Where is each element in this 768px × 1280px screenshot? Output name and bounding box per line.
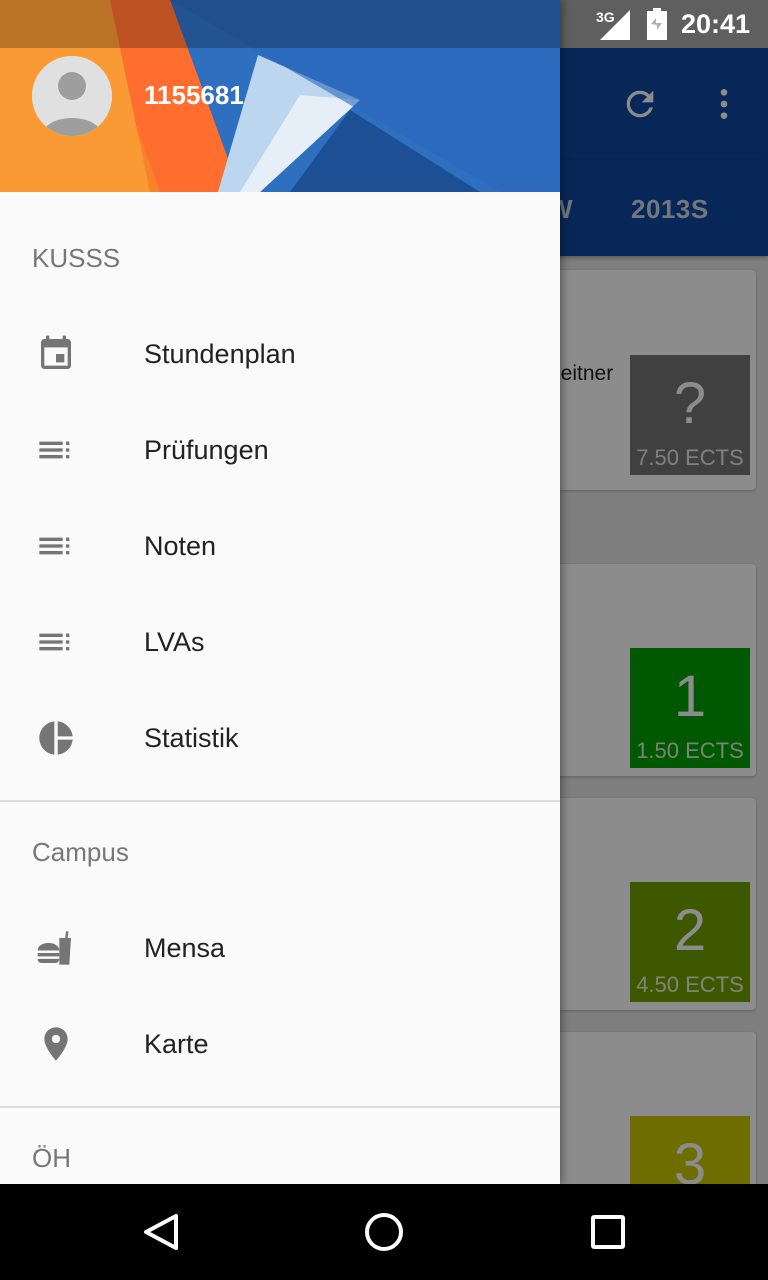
nav-item-label: Stundenplan [144,339,296,369]
back-icon[interactable] [112,1184,208,1280]
section-title-campus: Campus [32,837,129,867]
pie-chart-icon [39,721,73,755]
nav-item-label: Statistik [144,723,239,753]
map-pin-icon [44,1027,68,1061]
nav-item-label: Mensa [144,933,226,963]
nav-item-label: Prüfungen [144,435,269,465]
nav-item-lvas[interactable]: LVAs [0,594,560,690]
nav-item-noten[interactable]: Noten [0,498,560,594]
battery-icon [647,8,667,40]
nav-item-statistik[interactable]: Statistik [0,690,560,786]
divider [0,800,560,802]
avatar[interactable] [32,56,112,136]
account-icon [32,56,112,136]
home-icon[interactable] [336,1184,432,1280]
calendar-icon [41,335,71,369]
nav-item-label: Karte [144,1029,209,1059]
fastfood-icon [37,931,71,965]
nav-item-label: LVAs [144,627,205,657]
signal-icon [600,10,630,40]
nav-item-pruefungen[interactable]: Prüfungen [0,402,560,498]
section-title-oeh: ÖH [32,1143,71,1173]
username: 1155681 [144,80,244,110]
recents-icon[interactable] [560,1184,656,1280]
list-icon [39,633,70,651]
status-bar: 3G 20:41 [0,0,768,48]
section-title-kusss: KUSSS [32,243,121,273]
list-icon [39,441,70,459]
nav-item-karte[interactable]: Karte [0,996,560,1092]
nav-item-mensa[interactable]: Mensa [0,900,560,996]
navigation-drawer: 1155681 KUSSS Stundenplan Prüfungen Note… [0,0,560,1184]
system-nav-bar [0,1184,768,1280]
nav-item-label: Noten [144,531,217,561]
list-icon [39,537,70,555]
status-clock: 20:41 [680,9,750,39]
nav-item-stundenplan[interactable]: Stundenplan [0,306,560,402]
divider [0,1106,560,1108]
